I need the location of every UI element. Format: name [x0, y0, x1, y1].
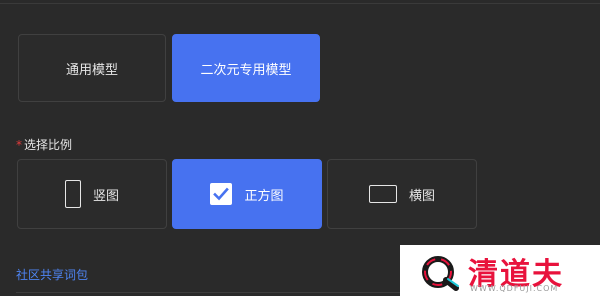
required-mark: * [16, 138, 22, 152]
watermark-logo-icon [418, 253, 462, 295]
top-divider [0, 3, 600, 4]
ratio-label-text: 选择比例 [24, 138, 73, 152]
checkbox-checked-icon [210, 183, 233, 205]
ratio-option-label: 竖图 [92, 188, 119, 204]
model-option-general[interactable]: 通用模型 [18, 34, 166, 102]
ratio-option-square[interactable]: 正方图 [172, 159, 322, 229]
bottom-divider [16, 292, 400, 293]
ratio-option-label: 横图 [408, 188, 435, 204]
model-option-label: 通用模型 [65, 62, 118, 78]
ratio-section-label: * 选择比例 [16, 136, 72, 153]
ratio-option-portrait[interactable]: 竖图 [17, 159, 167, 229]
portrait-icon [64, 180, 81, 208]
landscape-icon [368, 185, 397, 203]
ratio-option-label: 正方图 [244, 188, 284, 204]
ratio-option-landscape[interactable]: 横图 [327, 159, 477, 229]
model-option-anime[interactable]: 二次元专用模型 [172, 34, 320, 102]
watermark: 清道夫 WWW.QDFUJI.COM [400, 245, 600, 296]
model-option-label: 二次元专用模型 [200, 62, 292, 78]
watermark-url: WWW.QDFUJI.COM [470, 284, 559, 293]
community-wordpack-link[interactable]: 社区共享词包 [16, 266, 88, 283]
app-root: 通用模型 二次元专用模型 * 选择比例 竖图 正方图 横图 社区共享词包 清道夫… [0, 0, 600, 296]
